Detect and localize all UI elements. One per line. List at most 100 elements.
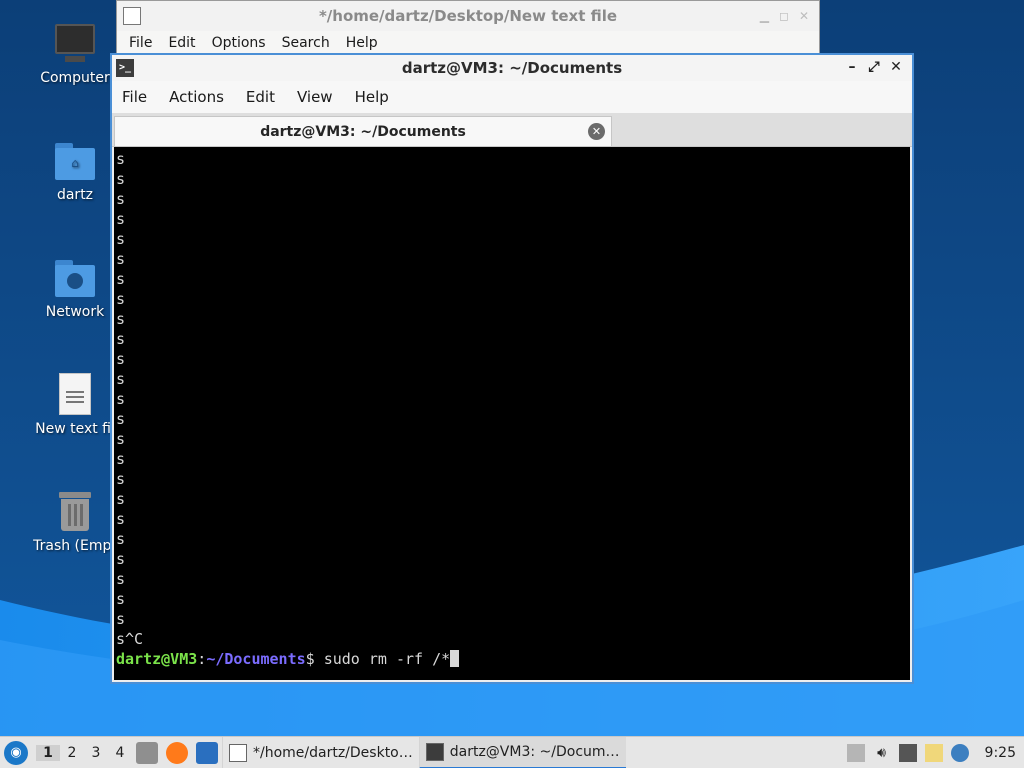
close-icon[interactable]: ✕ — [888, 58, 904, 76]
terminal-menu-actions[interactable]: Actions — [169, 88, 224, 106]
editor-window-title: */home/dartz/Desktop/New text file — [318, 7, 618, 25]
text-file-icon — [53, 373, 97, 417]
taskbar-task-editor[interactable]: */home/dartz/Deskto… — [222, 736, 419, 768]
desktop-icon-label: dartz — [56, 187, 94, 203]
battery-icon[interactable] — [950, 743, 969, 762]
terminal-line: s — [116, 290, 126, 308]
close-icon[interactable]: ✕ — [799, 9, 809, 23]
minimize-icon[interactable]: ▁ — [760, 9, 769, 23]
desktop-icon-label: Network — [45, 304, 105, 320]
taskbar-task-terminal[interactable]: dartz@VM3: ~/Docum… — [418, 736, 626, 768]
terminal-window-title: dartz@VM3: ~/Documents — [401, 59, 623, 77]
workspace-4[interactable]: 4 — [108, 745, 132, 761]
terminal-output-lines: s s s s s s s s s s s s s s s s s s s s … — [114, 147, 910, 649]
terminal-tab-label: dartz@VM3: ~/Documents — [260, 123, 466, 140]
terminal-line: s — [116, 190, 126, 208]
desktop-icon-trash[interactable]: Trash (Empt — [27, 490, 123, 554]
desktop-icon-label: Computer — [40, 70, 110, 86]
terminal-line: s — [116, 270, 126, 288]
terminal-line: s — [116, 510, 126, 528]
taskbar-task-label: dartz@VM3: ~/Docum… — [449, 743, 620, 760]
clipboard-icon[interactable] — [924, 743, 943, 762]
volume-icon[interactable]: 🔊︎ — [873, 744, 891, 762]
terminal-line: s — [116, 570, 126, 588]
prompt-symbol: $ — [305, 650, 315, 668]
desktop-icon-text-file[interactable]: New text fil — [27, 373, 123, 437]
desktop-icon-home-folder[interactable]: ⌂ dartz — [27, 139, 123, 203]
terminal-menu-edit[interactable]: Edit — [246, 88, 275, 106]
desktop-icon-computer[interactable]: Computer — [27, 22, 123, 86]
terminal-line: s — [116, 490, 126, 508]
text-editor-window[interactable]: */home/dartz/Desktop/New text file ▁ ◻ ✕… — [116, 0, 820, 55]
editor-titlebar[interactable]: */home/dartz/Desktop/New text file ▁ ◻ ✕ — [117, 1, 819, 31]
text-editor-app-icon — [123, 7, 141, 25]
terminal-line: s — [116, 410, 126, 428]
network-icon[interactable] — [898, 743, 917, 762]
terminal-line: s — [116, 150, 126, 168]
terminal-line: s — [116, 250, 126, 268]
terminal-line: s — [116, 230, 126, 248]
terminal-line: s — [116, 610, 126, 628]
text-cursor — [450, 650, 460, 667]
update-notifier-icon[interactable] — [846, 743, 865, 762]
terminal-titlebar[interactable]: >_ dartz@VM3: ~/Documents – ⤢ ✕ — [112, 55, 912, 81]
prompt-path: ~/Documents — [206, 650, 306, 668]
terminal-menubar: File Actions Edit View Help — [112, 81, 912, 113]
terminal-menu-help[interactable]: Help — [355, 88, 389, 106]
file-manager-icon[interactable] — [136, 741, 158, 764]
network-folder-icon — [53, 256, 97, 300]
terminal-line: s — [116, 590, 126, 608]
terminal-line: s — [116, 170, 126, 188]
terminal-app-icon: >_ — [116, 59, 134, 77]
prompt-user-host: dartz@VM3 — [116, 650, 198, 668]
desktop-icon-network[interactable]: Network — [27, 256, 123, 320]
desktop-icon-label: New text fil — [35, 421, 115, 437]
terminal-line: s — [116, 350, 126, 368]
clock[interactable]: 9:25 — [985, 745, 1016, 761]
terminal-line: s — [116, 370, 126, 388]
maximize-icon[interactable]: ◻ — [779, 9, 789, 23]
terminal-output[interactable]: s s s s s s s s s s s s s s s s s s s s … — [114, 147, 910, 680]
terminal-line: s — [116, 210, 126, 228]
editor-menubar: File Edit Options Search Help — [117, 31, 819, 55]
minimize-icon[interactable]: – — [844, 58, 860, 76]
system-tray: 🔊︎ 9:25 — [846, 743, 1024, 762]
terminal-line: s^C — [116, 630, 144, 648]
typed-command: sudo rm -rf /* — [314, 650, 451, 668]
show-desktop-icon[interactable] — [196, 741, 218, 764]
taskbar-task-label: */home/dartz/Deskto… — [253, 744, 413, 761]
terminal-menu-file[interactable]: File — [122, 88, 147, 106]
terminal-line: s — [116, 330, 126, 348]
terminal-line: s — [116, 310, 126, 328]
terminal-tab[interactable]: dartz@VM3: ~/Documents ✕ — [114, 116, 612, 146]
text-editor-app-icon — [229, 743, 247, 762]
editor-menu-edit[interactable]: Edit — [168, 35, 205, 51]
terminal-line: s — [116, 530, 126, 548]
editor-menu-help[interactable]: Help — [346, 35, 388, 51]
terminal-line: s — [116, 390, 126, 408]
terminal-line: s — [116, 450, 126, 468]
home-folder-icon: ⌂ — [53, 139, 97, 183]
trash-icon — [53, 490, 97, 534]
lubuntu-logo-icon[interactable]: ◉ — [4, 740, 28, 765]
workspace-1[interactable]: 1 — [36, 744, 60, 761]
workspace-2[interactable]: 2 — [60, 745, 84, 761]
maximize-icon[interactable]: ⤢ — [866, 58, 882, 76]
computer-icon — [53, 22, 97, 66]
terminal-window[interactable]: >_ dartz@VM3: ~/Documents – ⤢ ✕ File Act… — [110, 53, 914, 684]
terminal-tabbar: dartz@VM3: ~/Documents ✕ — [112, 113, 912, 147]
prompt-separator: : — [197, 650, 207, 668]
firefox-icon[interactable] — [166, 741, 188, 764]
terminal-line: s — [116, 430, 126, 448]
editor-menu-options[interactable]: Options — [212, 35, 276, 51]
workspace-3[interactable]: 3 — [84, 745, 108, 761]
terminal-app-icon — [425, 742, 444, 761]
close-tab-icon[interactable]: ✕ — [588, 123, 605, 140]
terminal-line: s — [116, 550, 126, 568]
desktop-icon-label: Trash (Empt — [33, 538, 117, 554]
editor-menu-file[interactable]: File — [129, 35, 162, 51]
terminal-prompt-line[interactable]: dartz@VM3:~/Documents$ sudo rm -rf /* — [114, 649, 910, 669]
editor-menu-search[interactable]: Search — [282, 35, 340, 51]
terminal-line: s — [116, 470, 126, 488]
terminal-menu-view[interactable]: View — [297, 88, 333, 106]
